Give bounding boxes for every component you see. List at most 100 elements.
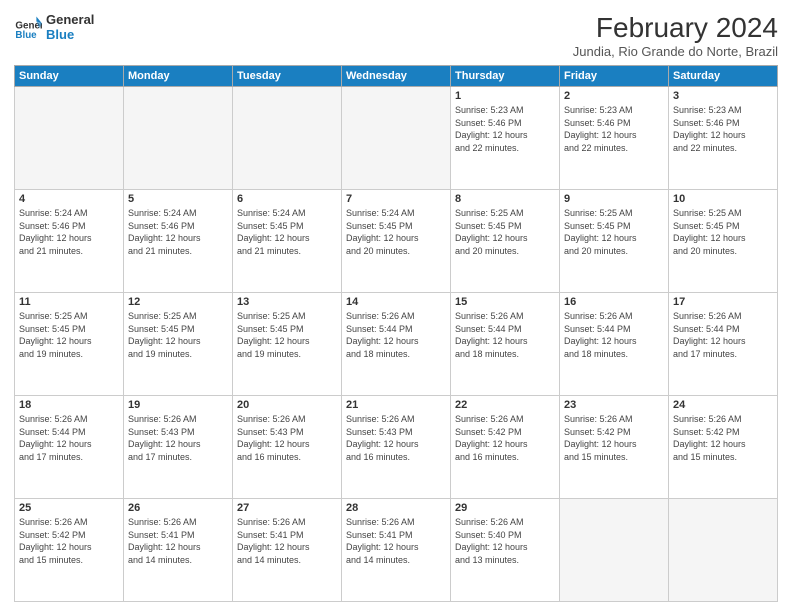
calendar-cell: 21Sunrise: 5:26 AM Sunset: 5:43 PM Dayli…: [342, 396, 451, 499]
day-number: 21: [346, 399, 446, 411]
page: General Blue General Blue February 2024 …: [0, 0, 792, 612]
calendar-cell: 14Sunrise: 5:26 AM Sunset: 5:44 PM Dayli…: [342, 293, 451, 396]
calendar-cell: 2 Sunrise: 5:23 AM Sunset: 5:46 PM Daylig…: [560, 87, 669, 190]
day-number: 7: [346, 193, 446, 205]
calendar-header-row: SundayMondayTuesdayWednesdayThursdayFrid…: [15, 66, 778, 87]
day-number: 1: [455, 90, 555, 102]
calendar-cell: 29 Sunrise: 5:26 AM Sunset: 5:40 PM Dayli…: [451, 499, 560, 602]
calendar-cell: 12 Sunrise: 5:25 AM Sunset: 5:45 PM Dayli…: [124, 293, 233, 396]
day-info: Sunrise: 5:23 AM Sunset: 5:46 PM Dayligh…: [673, 104, 773, 154]
day-info: Sunrise: 5:26 AM Sunset: 5:44 PM Dayligh…: [564, 310, 664, 360]
calendar-cell: 22Sunrise: 5:26 AM Sunset: 5:42 PM Dayli…: [451, 396, 560, 499]
day-info: Sunrise: 5:23 AM Sunset: 5:46 PM Dayligh…: [564, 104, 664, 154]
day-number: 13: [237, 296, 337, 308]
day-info: Sunrise: 5:26 AM Sunset: 5:41 PM Dayligh…: [346, 516, 446, 566]
calendar-cell: 5 Sunrise: 5:24 AM Sunset: 5:46 PM Daylig…: [124, 190, 233, 293]
day-number: 16: [564, 296, 664, 308]
calendar-cell: 26 Sunrise: 5:26 AM Sunset: 5:41 PM Dayli…: [124, 499, 233, 602]
calendar: SundayMondayTuesdayWednesdayThursdayFrid…: [14, 65, 778, 602]
header-sunday: Sunday: [15, 66, 124, 87]
calendar-cell: 6 Sunrise: 5:24 AM Sunset: 5:45 PM Daylig…: [233, 190, 342, 293]
calendar-cell: 24 Sunrise: 5:26 AM Sunset: 5:42 PM Dayli…: [669, 396, 778, 499]
day-info: Sunrise: 5:26 AM Sunset: 5:42 PM Dayligh…: [19, 516, 119, 566]
day-number: 2: [564, 90, 664, 102]
day-info: Sunrise: 5:26 AM Sunset: 5:40 PM Dayligh…: [455, 516, 555, 566]
day-info: Sunrise: 5:26 AM Sunset: 5:44 PM Dayligh…: [346, 310, 446, 360]
day-number: 5: [128, 193, 228, 205]
calendar-cell: 3 Sunrise: 5:23 AM Sunset: 5:46 PM Daylig…: [669, 87, 778, 190]
day-info: Sunrise: 5:26 AM Sunset: 5:41 PM Dayligh…: [128, 516, 228, 566]
day-number: 17: [673, 296, 773, 308]
subtitle: Jundia, Rio Grande do Norte, Brazil: [573, 44, 778, 59]
day-number: 6: [237, 193, 337, 205]
week-row-4: 25 Sunrise: 5:26 AM Sunset: 5:42 PM Dayli…: [15, 499, 778, 602]
logo: General Blue General Blue: [14, 12, 94, 42]
day-number: 11: [19, 296, 119, 308]
day-number: 26: [128, 502, 228, 514]
header-tuesday: Tuesday: [233, 66, 342, 87]
week-row-1: 4 Sunrise: 5:24 AM Sunset: 5:46 PM Daylig…: [15, 190, 778, 293]
day-number: 9: [564, 193, 664, 205]
logo-text-general: General: [46, 12, 94, 27]
day-number: 23: [564, 399, 664, 411]
day-info: Sunrise: 5:24 AM Sunset: 5:46 PM Dayligh…: [19, 207, 119, 257]
calendar-cell: 27Sunrise: 5:26 AM Sunset: 5:41 PM Dayli…: [233, 499, 342, 602]
header-wednesday: Wednesday: [342, 66, 451, 87]
day-number: 29: [455, 502, 555, 514]
calendar-cell: 25 Sunrise: 5:26 AM Sunset: 5:42 PM Dayli…: [15, 499, 124, 602]
calendar-cell: 4 Sunrise: 5:24 AM Sunset: 5:46 PM Daylig…: [15, 190, 124, 293]
calendar-cell: [342, 87, 451, 190]
calendar-cell: 10 Sunrise: 5:25 AM Sunset: 5:45 PM Dayli…: [669, 190, 778, 293]
main-title: February 2024: [573, 12, 778, 44]
day-info: Sunrise: 5:25 AM Sunset: 5:45 PM Dayligh…: [237, 310, 337, 360]
logo-icon: General Blue: [14, 13, 42, 41]
week-row-3: 18Sunrise: 5:26 AM Sunset: 5:44 PM Dayli…: [15, 396, 778, 499]
day-number: 10: [673, 193, 773, 205]
header-saturday: Saturday: [669, 66, 778, 87]
day-info: Sunrise: 5:25 AM Sunset: 5:45 PM Dayligh…: [564, 207, 664, 257]
day-number: 12: [128, 296, 228, 308]
calendar-cell: 9 Sunrise: 5:25 AM Sunset: 5:45 PM Daylig…: [560, 190, 669, 293]
day-info: Sunrise: 5:26 AM Sunset: 5:42 PM Dayligh…: [564, 413, 664, 463]
day-number: 27: [237, 502, 337, 514]
calendar-cell: 20 Sunrise: 5:26 AM Sunset: 5:43 PM Dayli…: [233, 396, 342, 499]
calendar-cell: [669, 499, 778, 602]
day-info: Sunrise: 5:25 AM Sunset: 5:45 PM Dayligh…: [673, 207, 773, 257]
day-number: 28: [346, 502, 446, 514]
day-number: 4: [19, 193, 119, 205]
calendar-cell: [15, 87, 124, 190]
day-info: Sunrise: 5:24 AM Sunset: 5:45 PM Dayligh…: [237, 207, 337, 257]
week-row-0: 1 Sunrise: 5:23 AM Sunset: 5:46 PM Daylig…: [15, 87, 778, 190]
calendar-cell: 17 Sunrise: 5:26 AM Sunset: 5:44 PM Dayli…: [669, 293, 778, 396]
header-friday: Friday: [560, 66, 669, 87]
day-info: Sunrise: 5:25 AM Sunset: 5:45 PM Dayligh…: [455, 207, 555, 257]
day-number: 25: [19, 502, 119, 514]
calendar-cell: [124, 87, 233, 190]
day-info: Sunrise: 5:26 AM Sunset: 5:44 PM Dayligh…: [455, 310, 555, 360]
day-info: Sunrise: 5:26 AM Sunset: 5:42 PM Dayligh…: [673, 413, 773, 463]
header-monday: Monday: [124, 66, 233, 87]
header-thursday: Thursday: [451, 66, 560, 87]
week-row-2: 11 Sunrise: 5:25 AM Sunset: 5:45 PM Dayli…: [15, 293, 778, 396]
day-info: Sunrise: 5:26 AM Sunset: 5:43 PM Dayligh…: [128, 413, 228, 463]
svg-text:Blue: Blue: [15, 30, 37, 41]
day-info: Sunrise: 5:26 AM Sunset: 5:44 PM Dayligh…: [19, 413, 119, 463]
calendar-cell: 13 Sunrise: 5:25 AM Sunset: 5:45 PM Dayli…: [233, 293, 342, 396]
day-number: 20: [237, 399, 337, 411]
header: General Blue General Blue February 2024 …: [14, 12, 778, 59]
calendar-cell: 15Sunrise: 5:26 AM Sunset: 5:44 PM Dayli…: [451, 293, 560, 396]
day-number: 22: [455, 399, 555, 411]
calendar-cell: 7Sunrise: 5:24 AM Sunset: 5:45 PM Daylig…: [342, 190, 451, 293]
calendar-cell: 23 Sunrise: 5:26 AM Sunset: 5:42 PM Dayli…: [560, 396, 669, 499]
day-number: 3: [673, 90, 773, 102]
day-info: Sunrise: 5:24 AM Sunset: 5:46 PM Dayligh…: [128, 207, 228, 257]
calendar-cell: 11Sunrise: 5:25 AM Sunset: 5:45 PM Dayli…: [15, 293, 124, 396]
day-info: Sunrise: 5:25 AM Sunset: 5:45 PM Dayligh…: [128, 310, 228, 360]
day-info: Sunrise: 5:26 AM Sunset: 5:43 PM Dayligh…: [237, 413, 337, 463]
day-number: 8: [455, 193, 555, 205]
logo-text-blue: Blue: [46, 27, 94, 42]
calendar-cell: [560, 499, 669, 602]
day-info: Sunrise: 5:26 AM Sunset: 5:44 PM Dayligh…: [673, 310, 773, 360]
calendar-cell: 1Sunrise: 5:23 AM Sunset: 5:46 PM Daylig…: [451, 87, 560, 190]
day-number: 24: [673, 399, 773, 411]
